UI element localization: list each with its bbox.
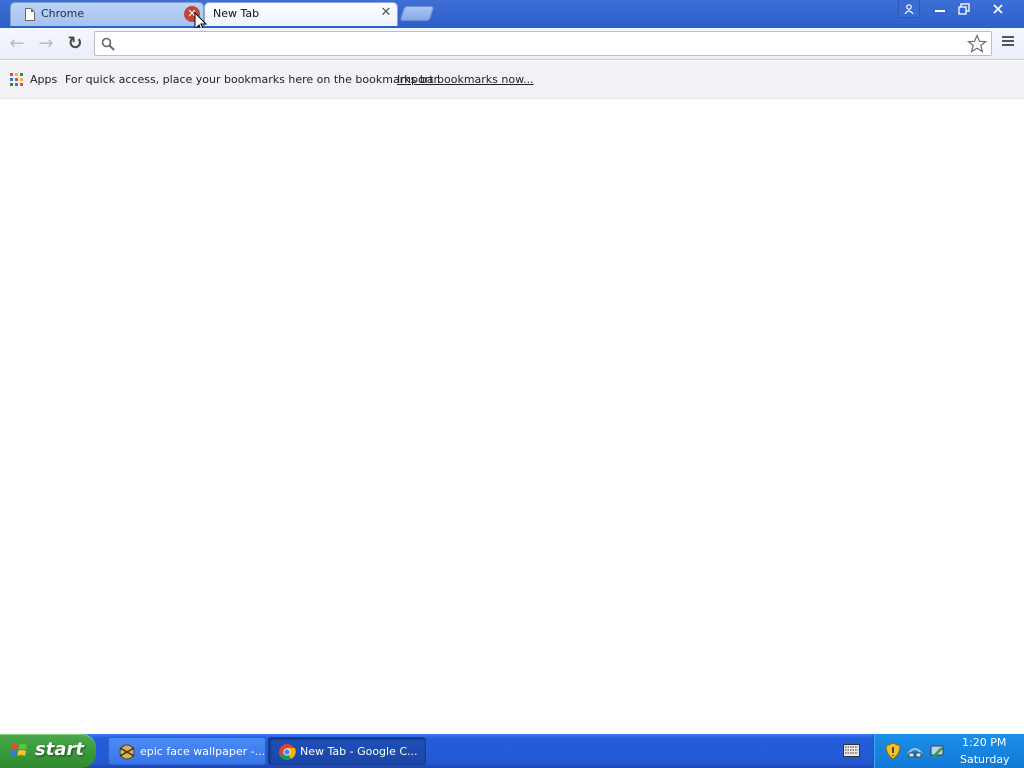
- tab-chrome[interactable]: Chrome ✕: [10, 2, 204, 26]
- taskbar: start epic face wallpaper -... New Tab -…: [0, 734, 1024, 768]
- taskbar-item-chrome[interactable]: New Tab - Google C...: [268, 737, 426, 765]
- address-input[interactable]: [121, 35, 961, 53]
- forward-button[interactable]: →: [34, 32, 58, 56]
- page-content: [0, 100, 1024, 734]
- star-icon[interactable]: [967, 34, 987, 54]
- close-icon: [993, 4, 1003, 14]
- profile-button[interactable]: [898, 0, 920, 18]
- reload-icon: ↻: [67, 33, 83, 54]
- minimize-button[interactable]: [928, 0, 952, 18]
- close-window-button[interactable]: [976, 0, 1020, 18]
- taskbar-item-label: New Tab - Google C...: [300, 745, 418, 758]
- wallpaper-app-icon: [119, 744, 135, 760]
- system-tray: 1:20 PM Saturday: [873, 734, 1024, 768]
- start-button[interactable]: start: [0, 734, 96, 768]
- arrow-left-icon: ←: [9, 33, 25, 54]
- tab-title: New Tab: [213, 7, 260, 20]
- back-button[interactable]: ←: [5, 32, 29, 56]
- tab-strip: Chrome ✕ New Tab ✕: [0, 0, 1024, 33]
- tab-close-icon[interactable]: ✕: [379, 6, 393, 20]
- person-icon: [904, 4, 914, 15]
- restore-icon: [958, 3, 970, 15]
- clock-time[interactable]: 1:20 PM: [962, 736, 1006, 749]
- arrow-right-icon: →: [38, 33, 54, 54]
- minimize-icon: [935, 10, 945, 12]
- bookmarks-bar: Apps For quick access, place your bookma…: [0, 61, 1024, 99]
- chrome-logo-icon: [279, 744, 296, 760]
- import-bookmarks-link[interactable]: Import bookmarks now...: [397, 73, 534, 86]
- security-shield-icon[interactable]: [884, 742, 902, 760]
- bookmarks-hint-text: For quick access, place your bookmarks h…: [65, 73, 441, 86]
- new-tab-button[interactable]: [399, 6, 435, 21]
- search-icon: [101, 37, 115, 51]
- omnibox[interactable]: [94, 31, 992, 56]
- taskbar-item-epic-face[interactable]: epic face wallpaper -...: [108, 737, 266, 765]
- hamburger-menu-button[interactable]: [998, 34, 1018, 54]
- restore-button[interactable]: [952, 0, 976, 18]
- start-label: start: [35, 739, 84, 760]
- taskbar-item-label: epic face wallpaper -...: [140, 745, 266, 758]
- apps-shortcut[interactable]: Apps: [30, 73, 57, 86]
- tab-new-tab[interactable]: New Tab ✕: [204, 2, 398, 26]
- safely-remove-hardware-icon[interactable]: [928, 742, 946, 760]
- apps-grid-icon[interactable]: [10, 73, 24, 87]
- windows-logo-icon: [10, 744, 27, 756]
- clock-day: Saturday: [960, 753, 1010, 766]
- reload-button[interactable]: ↻: [63, 32, 87, 56]
- browser-toolbar: ← → ↻: [0, 28, 1024, 60]
- document-icon: [25, 8, 35, 21]
- network-icon[interactable]: [906, 742, 924, 760]
- keyboard-icon[interactable]: [843, 744, 860, 757]
- tab-title: Chrome: [41, 7, 85, 20]
